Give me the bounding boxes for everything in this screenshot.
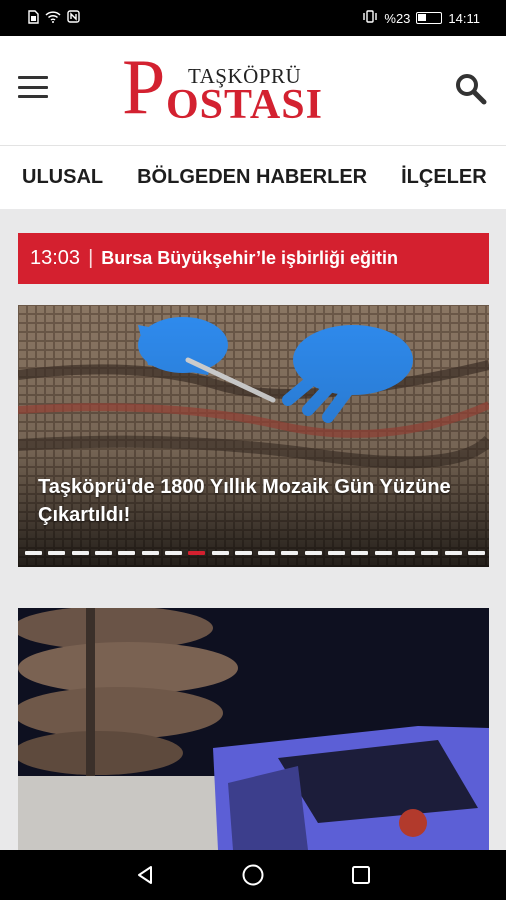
app-header: P TAŞKÖPRÜ OSTASI [0, 36, 506, 145]
slider-dot[interactable] [304, 551, 322, 555]
logo-bottom-text: OSTASI [166, 82, 323, 128]
slider-dot[interactable] [467, 551, 485, 555]
sim-card-icon [28, 9, 39, 27]
slider-dot[interactable] [141, 551, 159, 555]
logo-letter-p: P [122, 43, 165, 130]
clock: 14:11 [448, 10, 480, 26]
battery-percent: %23 [384, 10, 411, 26]
slider-dot[interactable] [94, 551, 112, 555]
hamburger-menu-icon[interactable] [18, 76, 48, 98]
slider-dot[interactable] [188, 551, 206, 555]
system-navigation-bar [0, 850, 506, 900]
slider-dot[interactable] [258, 551, 276, 555]
breaking-time: 13:03 [30, 247, 81, 269]
recents-square-icon[interactable] [347, 861, 375, 889]
search-icon[interactable] [453, 72, 489, 106]
breaking-separator: | [88, 247, 94, 269]
slider-dot[interactable] [421, 551, 439, 555]
nav-item-ulusal[interactable]: ULUSAL [22, 166, 103, 189]
home-circle-icon[interactable] [239, 861, 267, 889]
featured-news-slider[interactable]: Taşköprü'de 1800 Yıllık Mozaik Gün Yüzün… [18, 305, 489, 567]
slider-dot[interactable] [25, 551, 42, 555]
slider-dot[interactable] [118, 551, 136, 555]
slider-dot[interactable] [398, 551, 415, 555]
status-bar: %23 14:11 [0, 0, 506, 36]
site-logo[interactable]: P TAŞKÖPRÜ OSTASI [122, 48, 352, 128]
nav-item-ilceler[interactable]: İLÇELER [401, 166, 487, 189]
slider-dot[interactable] [234, 551, 252, 555]
status-right: %23 14:11 [362, 10, 480, 26]
vibrate-icon [362, 10, 378, 26]
slider-dot[interactable] [444, 551, 462, 555]
category-nav: ULUSAL BÖLGEDEN HABERLER İLÇELER [0, 145, 506, 209]
breaking-news-ticker[interactable]: 13:03 | Bursa Büyükşehir’le işbirliği eğ… [18, 233, 489, 284]
slider-headline: Taşköprü'de 1800 Yıllık Mozaik Gün Yüzün… [38, 476, 451, 526]
slider-dot[interactable] [374, 551, 392, 555]
battery-icon [416, 12, 443, 24]
news-card-photo [18, 608, 489, 850]
status-left [28, 9, 80, 27]
slider-dot[interactable] [211, 551, 229, 555]
news-card[interactable] [18, 608, 489, 850]
nfc-icon [67, 10, 80, 26]
slider-dot[interactable] [48, 551, 66, 555]
slider-dot[interactable] [328, 551, 346, 555]
wifi-icon [45, 10, 61, 26]
back-triangle-icon[interactable] [131, 861, 159, 889]
breaking-headline: Bursa Büyükşehir’le işbirliği eğitin [101, 248, 399, 268]
slider-dot[interactable] [71, 551, 89, 555]
slider-dot[interactable] [164, 551, 182, 555]
slider-dot[interactable] [351, 551, 369, 555]
slider-pagination [25, 551, 485, 555]
slider-dot[interactable] [281, 551, 299, 555]
nav-item-bolgeden-haberler[interactable]: BÖLGEDEN HABERLER [137, 166, 367, 189]
